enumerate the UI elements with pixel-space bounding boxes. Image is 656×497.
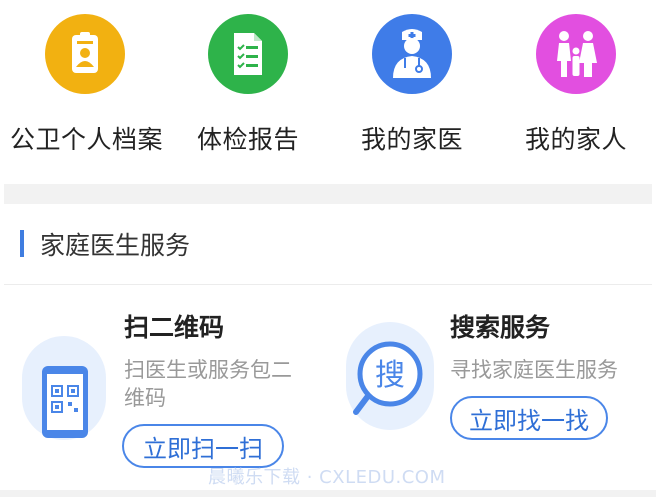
service-title: 扫二维码 <box>124 313 225 342</box>
service-description: 寻找家庭医生服务 <box>450 358 618 382</box>
service-card-scan: 扫二维码 扫医生或服务包二维码 立即扫一扫 <box>0 300 328 480</box>
watermark-text: 晨曦乐下载 · CXLEDU.COM <box>208 467 446 488</box>
family-icon <box>536 14 616 94</box>
quick-action-my-family[interactable]: 我的家人 <box>501 14 651 156</box>
search-glyph: 搜 <box>375 358 405 393</box>
service-title: 搜索服务 <box>450 313 551 342</box>
quick-action-label: 我的家医 <box>360 125 463 154</box>
qr-phone-icon <box>22 336 106 440</box>
quick-action-label: 公卫个人档案 <box>10 125 164 154</box>
section-accent-bar <box>20 230 24 257</box>
quick-actions-row: 公卫个人档案 体检报告 我的家医 我的家人 <box>0 0 656 184</box>
section-separator <box>4 184 652 204</box>
scan-now-button[interactable]: 立即扫一扫 <box>122 424 284 468</box>
doctor-icon <box>372 14 452 94</box>
bottom-separator <box>0 490 656 497</box>
quick-action-health-record[interactable]: 公卫个人档案 <box>10 14 164 156</box>
divider <box>4 284 652 285</box>
quick-action-my-doctor[interactable]: 我的家医 <box>337 14 487 156</box>
quick-action-exam-report[interactable]: 体检报告 <box>173 14 323 156</box>
quick-action-label: 我的家人 <box>524 125 627 154</box>
health-record-card-icon <box>45 14 125 94</box>
search-magnifier-icon: 搜 <box>346 322 434 430</box>
checklist-report-icon <box>208 14 288 94</box>
section-title: 家庭医生服务 <box>40 231 191 260</box>
find-now-button[interactable]: 立即找一找 <box>450 396 608 440</box>
section-header: 家庭医生服务 <box>0 204 656 284</box>
service-description: 扫医生或服务包二维码 <box>124 358 292 410</box>
quick-action-label: 体检报告 <box>196 125 299 154</box>
service-card-search: 搜 搜索服务 寻找家庭医生服务 立即找一找 <box>328 300 656 480</box>
